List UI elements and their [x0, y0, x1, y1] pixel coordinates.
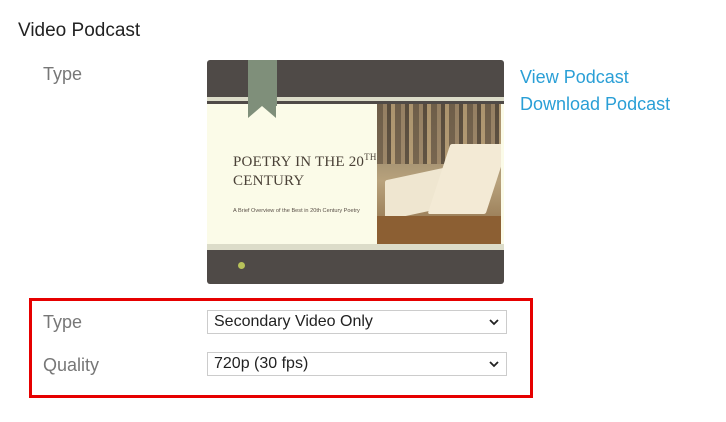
type-select[interactable]: Secondary Video Only [207, 310, 507, 334]
podcast-thumbnail[interactable]: POETRY IN THE 20TH CENTURY A Brief Overv… [207, 60, 504, 284]
type-label: Type [43, 312, 83, 332]
book-cover [377, 216, 501, 244]
chevron-down-icon [489, 319, 499, 326]
chevron-down-icon [489, 361, 499, 368]
podcast-links: View Podcast Download Podcast [520, 64, 670, 118]
view-podcast-link[interactable]: View Podcast [520, 64, 670, 91]
slide-title-line2: CENTURY [233, 173, 305, 189]
quality-select[interactable]: 720p (30 fps) [207, 352, 507, 376]
preview-type-label: Type [43, 64, 83, 84]
quality-select-value: 720p (30 fps) [214, 355, 309, 372]
book-photo [377, 104, 501, 244]
slide-title: POETRY IN THE 20TH CENTURY [233, 148, 383, 191]
slide-title-line1: POETRY IN THE 20 [233, 154, 365, 170]
type-select-value: Secondary Video Only [214, 313, 373, 330]
bookmark-ribbon [248, 60, 277, 118]
slide-title-sup: TH [364, 152, 377, 162]
quality-label: Quality [43, 355, 100, 375]
slide-subtitle: A Brief Overview of the Best in 20th Cen… [233, 208, 360, 214]
play-indicator-icon[interactable] [238, 262, 245, 269]
slide-bottom-strip [207, 244, 504, 250]
download-podcast-link[interactable]: Download Podcast [520, 91, 670, 118]
section-title: Video Podcast [18, 20, 141, 41]
